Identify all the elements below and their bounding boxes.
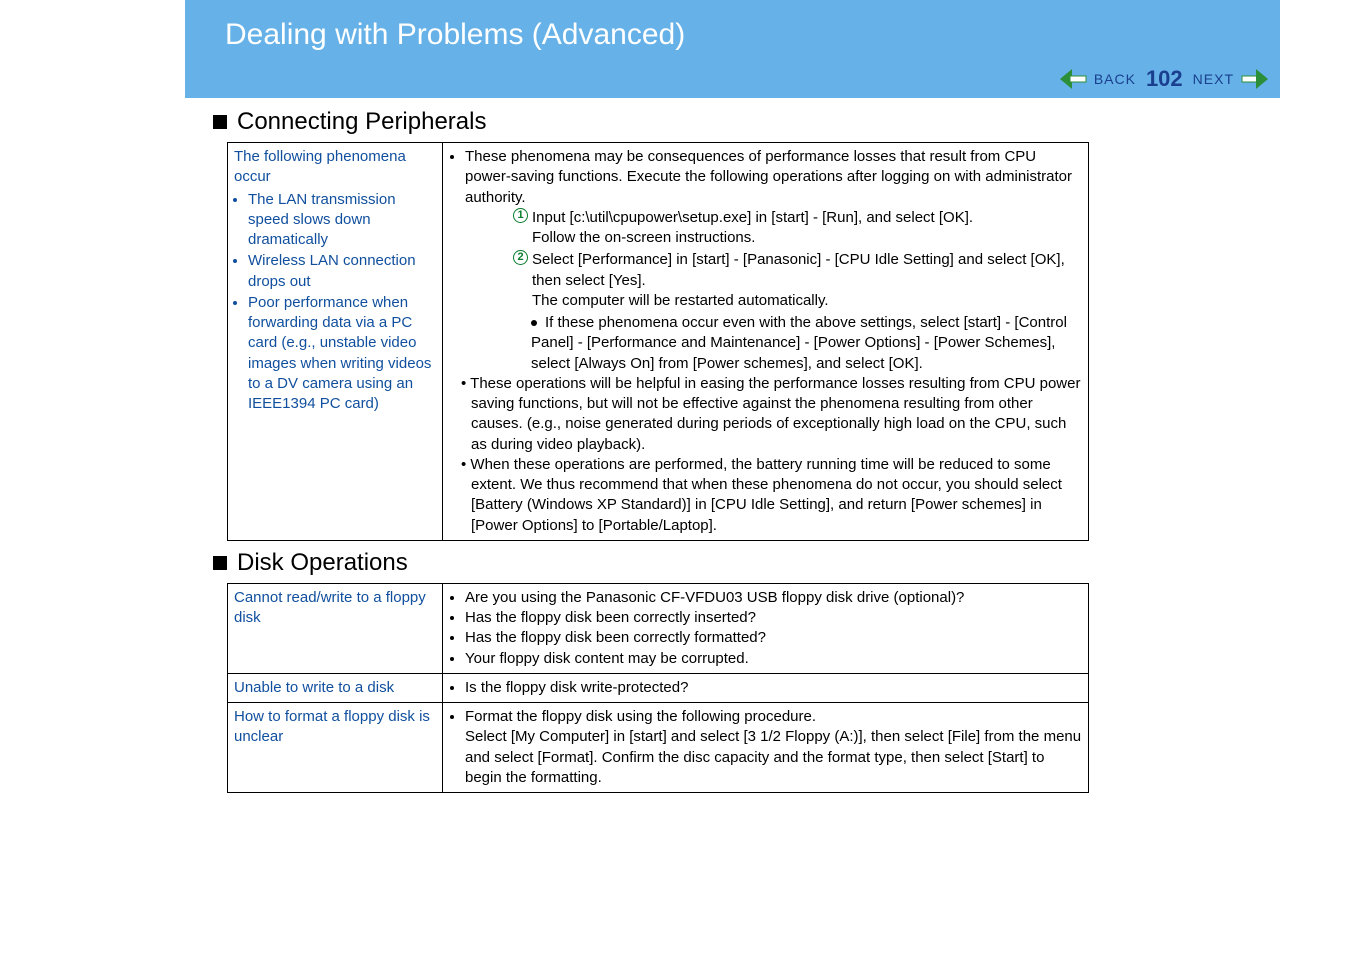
step-1: 1 Input [c:\util\cpupower\setup.exe] in … [465, 208, 1082, 249]
back-button[interactable]: BACK [1094, 71, 1136, 87]
step-text: Select [Performance] in [start] - [Panas… [532, 251, 1065, 288]
list-item: Is the floppy disk write-protected? [465, 678, 1082, 698]
list-item: Wireless LAN connection drops out [248, 251, 436, 292]
step-body: Select [Performance] in [start] - [Panas… [532, 250, 1082, 311]
step-number-icon: 2 [513, 250, 528, 265]
sub-bullet-text: If these phenomena occur even with the a… [531, 314, 1067, 372]
solution-cell: Are you using the Panasonic CF-VFDU03 US… [443, 583, 1089, 673]
back-arrow-icon[interactable] [1058, 67, 1088, 91]
list-item: The LAN transmission speed slows down dr… [248, 190, 436, 251]
section-heading-peripherals: Connecting Peripherals [213, 108, 1268, 136]
document-page: Dealing with Problems (Advanced) BACK 10… [185, 0, 1280, 793]
section-title: Connecting Peripherals [237, 108, 486, 136]
page-nav: BACK 102 NEXT [1058, 66, 1270, 92]
solution-intro: These phenomena may be consequences of p… [465, 148, 1072, 206]
table-row: Unable to write to a disk Is the floppy … [228, 673, 1089, 702]
solution-list: These phenomena may be consequences of p… [449, 147, 1082, 374]
next-button[interactable]: NEXT [1193, 71, 1234, 87]
disk-table: Cannot read/write to a floppy disk Are y… [227, 583, 1089, 793]
step-2: 2 Select [Performance] in [start] - [Pan… [465, 250, 1082, 311]
next-arrow-icon[interactable] [1240, 67, 1270, 91]
bullet-icon [531, 320, 537, 326]
content-body: Connecting Peripherals The following phe… [185, 98, 1280, 793]
peripherals-table: The following phenomena occur The LAN tr… [227, 142, 1089, 541]
square-bullet-icon [213, 115, 227, 129]
header-bar: Dealing with Problems (Advanced) BACK 10… [185, 0, 1280, 98]
note-2: When these operations are performed, the… [459, 455, 1082, 536]
solution-cell: Is the floppy disk write-protected? [443, 673, 1089, 702]
problem-cell: The following phenomena occur The LAN tr… [228, 143, 443, 541]
solution-cell: Format the floppy disk using the followi… [443, 703, 1089, 793]
step-text: The computer will be restarted automatic… [532, 292, 829, 309]
list-item: Format the floppy disk using the followi… [465, 707, 1082, 788]
problem-symptom-list: The LAN transmission speed slows down dr… [234, 190, 436, 415]
step-body: Input [c:\util\cpupower\setup.exe] in [s… [532, 208, 1082, 249]
page-number: 102 [1146, 66, 1183, 92]
list-item: Your floppy disk content may be corrupte… [465, 649, 1082, 669]
solution-list: Are you using the Panasonic CF-VFDU03 US… [449, 588, 1082, 669]
list-item: Has the floppy disk been correctly inser… [465, 608, 1082, 628]
section-title: Disk Operations [237, 549, 408, 577]
page-title: Dealing with Problems (Advanced) [225, 0, 685, 52]
solution-list: Is the floppy disk write-protected? [449, 678, 1082, 698]
solution-list: Format the floppy disk using the followi… [449, 707, 1082, 788]
problem-cell: Cannot read/write to a floppy disk [228, 583, 443, 673]
list-item: Has the floppy disk been correctly forma… [465, 628, 1082, 648]
note-1: These operations will be helpful in easi… [459, 374, 1082, 455]
problem-cell: How to format a floppy disk is unclear [228, 703, 443, 793]
problem-cell: Unable to write to a disk [228, 673, 443, 702]
step-number-icon: 1 [513, 208, 528, 223]
table-row: Cannot read/write to a floppy disk Are y… [228, 583, 1089, 673]
step-text: Input [c:\util\cpupower\setup.exe] in [s… [532, 209, 973, 226]
table-row: The following phenomena occur The LAN tr… [228, 143, 1089, 541]
table-row: How to format a floppy disk is unclear F… [228, 703, 1089, 793]
list-item: Poor performance when forwarding data vi… [248, 293, 436, 415]
problem-intro: The following phenomena occur [234, 147, 436, 188]
sub-bullet: If these phenomena occur even with the a… [465, 313, 1082, 374]
square-bullet-icon [213, 556, 227, 570]
list-item: Are you using the Panasonic CF-VFDU03 US… [465, 588, 1082, 608]
solution-item: These phenomena may be consequences of p… [465, 147, 1082, 374]
solution-lead: Format the floppy disk using the followi… [465, 708, 816, 725]
solution-cell: These phenomena may be consequences of p… [443, 143, 1089, 541]
step-text: Follow the on-screen instructions. [532, 229, 755, 246]
section-heading-disk: Disk Operations [213, 549, 1268, 577]
solution-body: Select [My Computer] in [start] and sele… [465, 728, 1081, 786]
